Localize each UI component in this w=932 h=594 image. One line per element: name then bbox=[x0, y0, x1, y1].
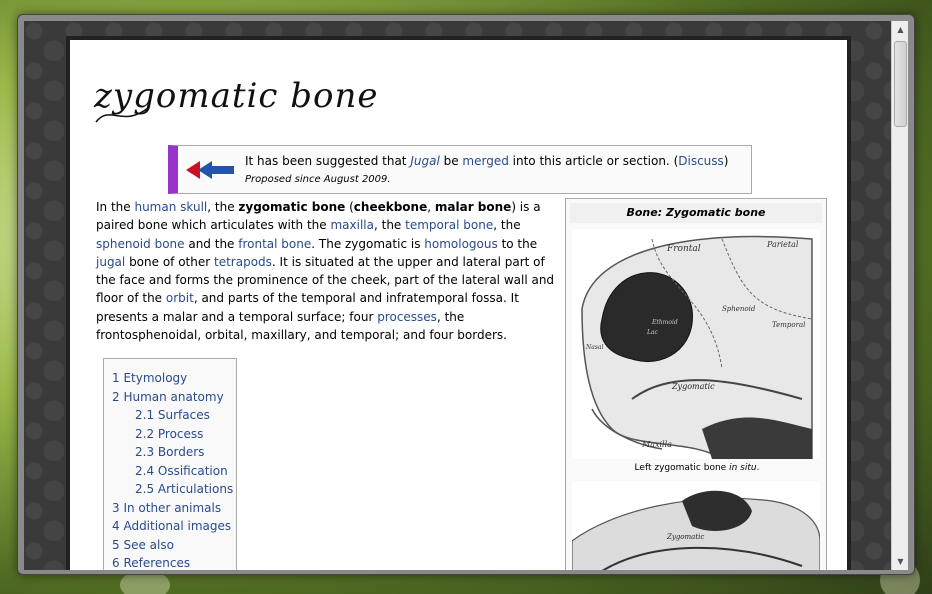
caption-italic: in situ bbox=[729, 463, 757, 473]
notice-text: It has been suggested that Jugal be merg… bbox=[245, 154, 728, 168]
toc-link[interactable]: 2.5 Articulations bbox=[135, 482, 233, 496]
human-skull-link[interactable]: human skull bbox=[134, 200, 207, 214]
intro-text: to the bbox=[497, 236, 538, 251]
label-frontal: Frontal bbox=[666, 244, 701, 254]
intro-text: , bbox=[427, 200, 435, 214]
notice-text-part: be bbox=[439, 154, 463, 168]
jugal-bone-link[interactable]: jugal bbox=[96, 255, 125, 269]
sphenoid-bone-link[interactable]: sphenoid bone bbox=[96, 237, 185, 251]
toc-item-see-also[interactable]: 5 See also bbox=[112, 536, 228, 555]
orbit-link[interactable]: orbit bbox=[166, 291, 194, 305]
label-lac: Lac bbox=[646, 329, 659, 336]
label-zygomatic-2: Zygomatic bbox=[666, 533, 704, 541]
frontal-bone-link[interactable]: frontal bone bbox=[238, 237, 311, 251]
label-nasal: Nasal bbox=[585, 344, 603, 351]
intro-text: ( bbox=[345, 200, 354, 214]
notice-text-part: It has been suggested that bbox=[245, 154, 411, 168]
toc-item-additional-images[interactable]: 4 Additional images bbox=[112, 517, 231, 536]
jugal-link[interactable]: Jugal bbox=[410, 154, 439, 168]
intro-text: , the bbox=[207, 200, 239, 214]
label-temporal: Temporal bbox=[772, 321, 805, 329]
infobox-title: Bone: Zygomatic bone bbox=[570, 203, 822, 223]
zygomatic-illustration[interactable]: Zygomatic bbox=[572, 481, 820, 570]
merge-arrows-icon bbox=[186, 161, 234, 179]
toc-item-other-animals[interactable]: 3 In other animals bbox=[112, 499, 228, 518]
vertical-scrollbar[interactable]: ▲ ▼ bbox=[891, 21, 908, 570]
logo-swash bbox=[95, 107, 149, 123]
homologous-link[interactable]: homologous bbox=[424, 237, 497, 251]
notice-subtext: Proposed since August 2009. bbox=[245, 174, 391, 185]
toc-item-articulations[interactable]: 2.5 Articulations bbox=[112, 480, 233, 499]
label-ethmoid: Ethmoid bbox=[651, 319, 678, 326]
toc-link[interactable]: 2 Human anatomy bbox=[112, 390, 224, 404]
label-zygomatic: Zygomatic bbox=[671, 382, 715, 391]
toc-link[interactable]: 4 Additional images bbox=[112, 519, 231, 533]
browser-window: zygomatic bone It has been suggested tha… bbox=[17, 14, 915, 575]
scroll-up-icon[interactable]: ▲ bbox=[892, 21, 909, 38]
toc-item-surfaces[interactable]: 2.1 Surfaces bbox=[112, 406, 228, 425]
caption-text: . bbox=[756, 463, 760, 473]
temporal-bone-link[interactable]: temporal bone bbox=[405, 218, 493, 232]
toc-link[interactable]: 2.1 Surfaces bbox=[135, 408, 210, 422]
processes-link[interactable]: processes bbox=[377, 310, 437, 324]
tetrapods-link[interactable]: tetrapods bbox=[214, 255, 272, 269]
toc-link[interactable]: 2.4 Ossification bbox=[135, 464, 228, 478]
merged-link[interactable]: merged bbox=[462, 154, 508, 168]
infobox: Bone: Zygomatic bone Frontal Parietal Sp… bbox=[565, 198, 827, 570]
intro-text: , the bbox=[493, 218, 521, 233]
intro-bold: cheekbone bbox=[353, 200, 428, 214]
toc-link[interactable]: 2.3 Borders bbox=[135, 445, 204, 459]
scroll-thumb[interactable] bbox=[894, 41, 907, 127]
merge-notice: It has been suggested that Jugal be merg… bbox=[168, 145, 752, 194]
skull-illustration[interactable]: Frontal Parietal Sphenoid Temporal Zygom… bbox=[572, 229, 820, 459]
intro-text: . The zygomatic is bbox=[311, 236, 425, 251]
intro-bold: zygomatic bone bbox=[238, 200, 346, 214]
notice-text-part: into this article or section. ( bbox=[508, 154, 679, 168]
maxilla-link[interactable]: maxilla bbox=[330, 218, 374, 232]
toc-item-borders[interactable]: 2.3 Borders bbox=[112, 443, 228, 462]
scroll-down-icon[interactable]: ▼ bbox=[892, 553, 909, 570]
notice-text-part: ) bbox=[723, 154, 729, 168]
page-viewport[interactable]: zygomatic bone It has been suggested tha… bbox=[24, 21, 892, 570]
label-sphenoid: Sphenoid bbox=[722, 305, 756, 313]
intro-paragraph: In the human skull, the zygomatic bone (… bbox=[96, 198, 556, 344]
intro-text: In the bbox=[96, 200, 135, 214]
intro-text: bone of other bbox=[125, 254, 214, 269]
toc-item-etymology[interactable]: 1 Etymology bbox=[112, 369, 228, 388]
infobox-caption: Left zygomatic bone in situ. bbox=[566, 463, 828, 473]
toc-item-human-anatomy[interactable]: 2 Human anatomy bbox=[112, 388, 228, 407]
toc-link[interactable]: 2.2 Process bbox=[135, 427, 203, 441]
toc-link[interactable]: 3 In other animals bbox=[112, 501, 221, 515]
caption-text: Left zygomatic bone bbox=[634, 463, 730, 473]
label-parietal: Parietal bbox=[766, 240, 799, 249]
intro-text: and the bbox=[184, 236, 239, 251]
article-page: zygomatic bone It has been suggested tha… bbox=[66, 36, 851, 570]
toc-link[interactable]: 5 See also bbox=[112, 538, 174, 552]
toc-item-process[interactable]: 2.2 Process bbox=[112, 425, 228, 444]
toc-link[interactable]: 1 Etymology bbox=[112, 371, 187, 385]
discuss-link[interactable]: Discuss bbox=[678, 154, 724, 168]
toc-item-ossification[interactable]: 2.4 Ossification bbox=[112, 462, 228, 481]
label-maxilla: Maxilla bbox=[641, 440, 672, 449]
table-of-contents: 1 Etymology 2 Human anatomy 2.1 Surfaces… bbox=[103, 358, 237, 570]
intro-text: , the bbox=[373, 218, 406, 233]
toc-link[interactable]: 6 References bbox=[112, 556, 190, 570]
intro-bold: malar bone bbox=[434, 200, 512, 214]
toc-item-references[interactable]: 6 References bbox=[112, 554, 228, 570]
